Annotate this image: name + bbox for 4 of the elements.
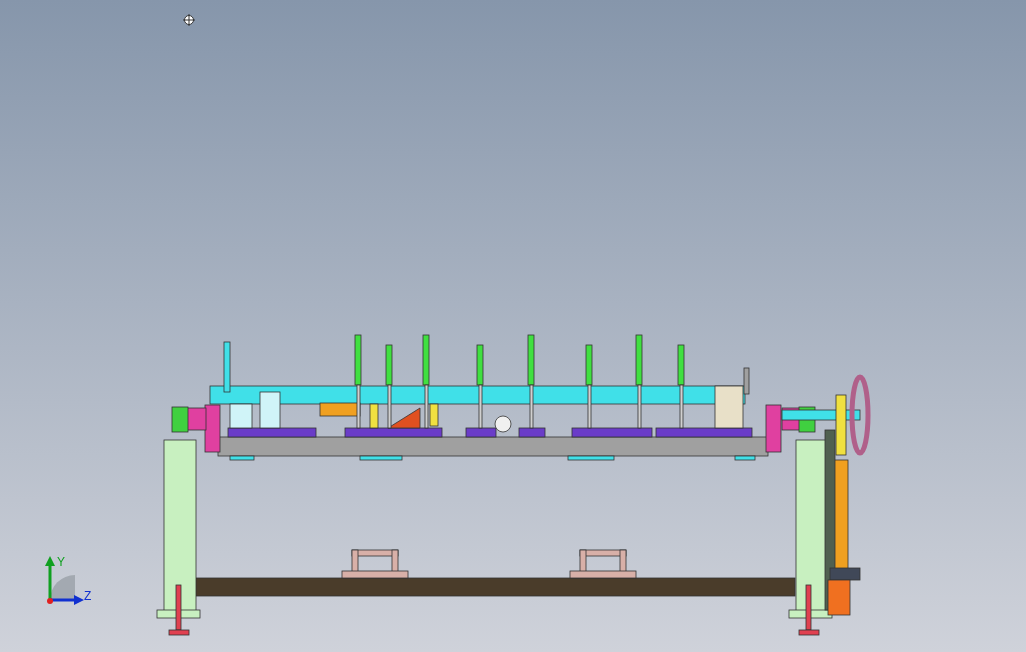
y-axis-label: Y [57,555,65,569]
axis-triad-icon [45,556,84,605]
crosshair-icon [182,13,196,27]
z-axis-label: Z [84,589,92,603]
